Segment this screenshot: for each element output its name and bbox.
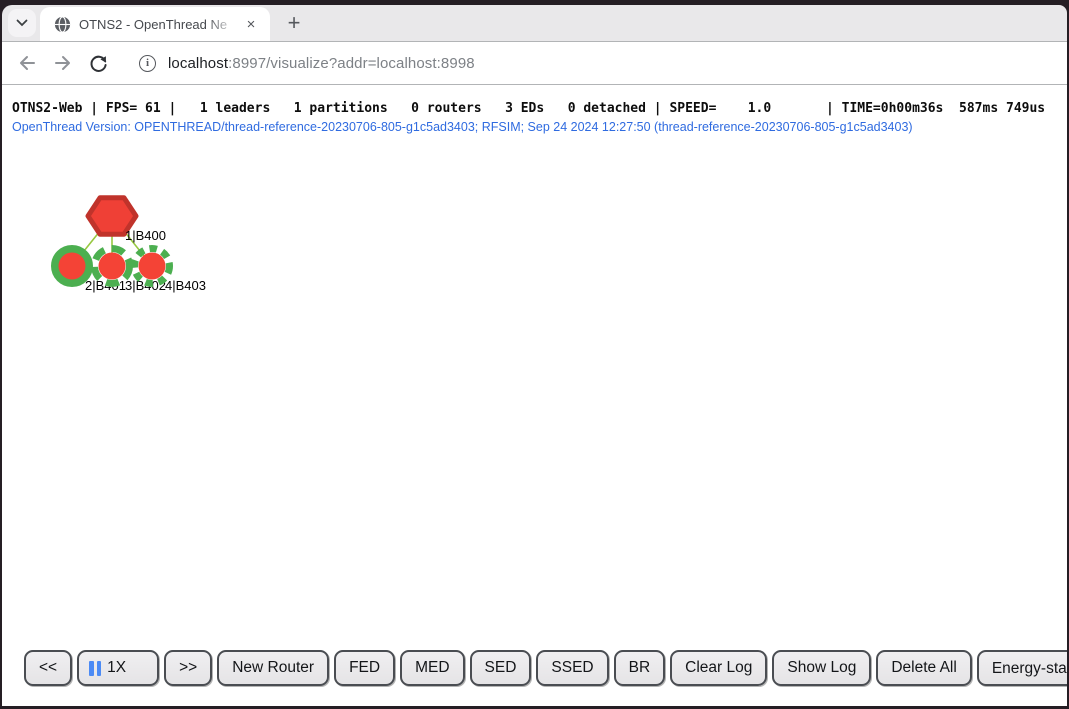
- tab-search-button[interactable]: [8, 9, 36, 37]
- new-router-button[interactable]: New Router: [217, 650, 329, 686]
- info-icon: i: [139, 55, 156, 72]
- button-label: Show Log: [787, 659, 856, 677]
- forward-button[interactable]: [48, 48, 78, 78]
- network-canvas[interactable]: 1|B4002|B4013|B4024|B403: [2, 85, 1067, 706]
- reload-icon: [89, 54, 108, 73]
- button-label: New Router: [232, 659, 314, 677]
- button-label: MED: [415, 659, 449, 677]
- globe-favicon-icon: [54, 16, 71, 33]
- delete-all-button[interactable]: Delete All: [876, 650, 971, 686]
- speed-rewind-button[interactable]: <<: [24, 650, 72, 686]
- br-button[interactable]: BR: [614, 650, 666, 686]
- child-node[interactable]: [139, 253, 166, 280]
- address-bar[interactable]: localhost:8997/visualize?addr=localhost:…: [168, 55, 475, 72]
- tab-bar: OTNS2 - OpenThread Ne × +: [2, 5, 1067, 42]
- pause-icon: [89, 661, 101, 676]
- action-toolbar: << 1X >> New Router FED MED SED SSED BR Clear Log…: [24, 650, 1067, 686]
- energy-stats-button[interactable]: Energy-stats ↗: [977, 650, 1067, 686]
- ssed-button[interactable]: SSED: [536, 650, 608, 686]
- sed-button[interactable]: SED: [470, 650, 532, 686]
- med-button[interactable]: MED: [400, 650, 464, 686]
- address-toolbar: i localhost:8997/visualize?addr=localhos…: [2, 42, 1067, 85]
- button-label: Clear Log: [685, 659, 752, 677]
- child-node[interactable]: [99, 253, 126, 280]
- button-label: 1X: [107, 659, 126, 677]
- reload-button[interactable]: [83, 48, 113, 78]
- page-info-button[interactable]: i: [139, 55, 156, 72]
- back-button[interactable]: [12, 48, 42, 78]
- fed-button[interactable]: FED: [334, 650, 395, 686]
- browser-window: OTNS2 - OpenThread Ne × +: [0, 0, 1069, 709]
- back-arrow-icon: [17, 53, 37, 73]
- button-label: Energy-stats ↗: [992, 659, 1067, 678]
- button-label: >>: [179, 659, 197, 677]
- browser-tab[interactable]: OTNS2 - OpenThread Ne ×: [40, 7, 270, 41]
- url-host: localhost: [168, 55, 228, 72]
- tab-close-icon[interactable]: ×: [242, 15, 260, 33]
- button-label: <<: [39, 659, 57, 677]
- page-content: OTNS2-Web | FPS= 61 | 1 leaders 1 partit…: [2, 85, 1067, 706]
- button-label: FED: [349, 659, 380, 677]
- button-label: Delete All: [891, 659, 956, 677]
- speed-forward-button[interactable]: >>: [164, 650, 212, 686]
- child-node[interactable]: [59, 253, 86, 280]
- forward-arrow-icon: [53, 53, 73, 73]
- node-label: 1|B400: [125, 228, 166, 243]
- button-label: SSED: [551, 659, 593, 677]
- new-tab-button[interactable]: +: [280, 9, 308, 37]
- button-label: BR: [629, 659, 651, 677]
- show-log-button[interactable]: Show Log: [772, 650, 871, 686]
- tab-title: OTNS2 - OpenThread Ne: [79, 17, 242, 32]
- button-label: SED: [485, 659, 517, 677]
- clear-log-button[interactable]: Clear Log: [670, 650, 767, 686]
- chevron-down-icon: [16, 19, 28, 27]
- speed-pause-button[interactable]: 1X: [77, 650, 159, 686]
- url-path: :8997/visualize?addr=localhost:8998: [228, 55, 475, 72]
- node-label: 4|B403: [165, 278, 206, 293]
